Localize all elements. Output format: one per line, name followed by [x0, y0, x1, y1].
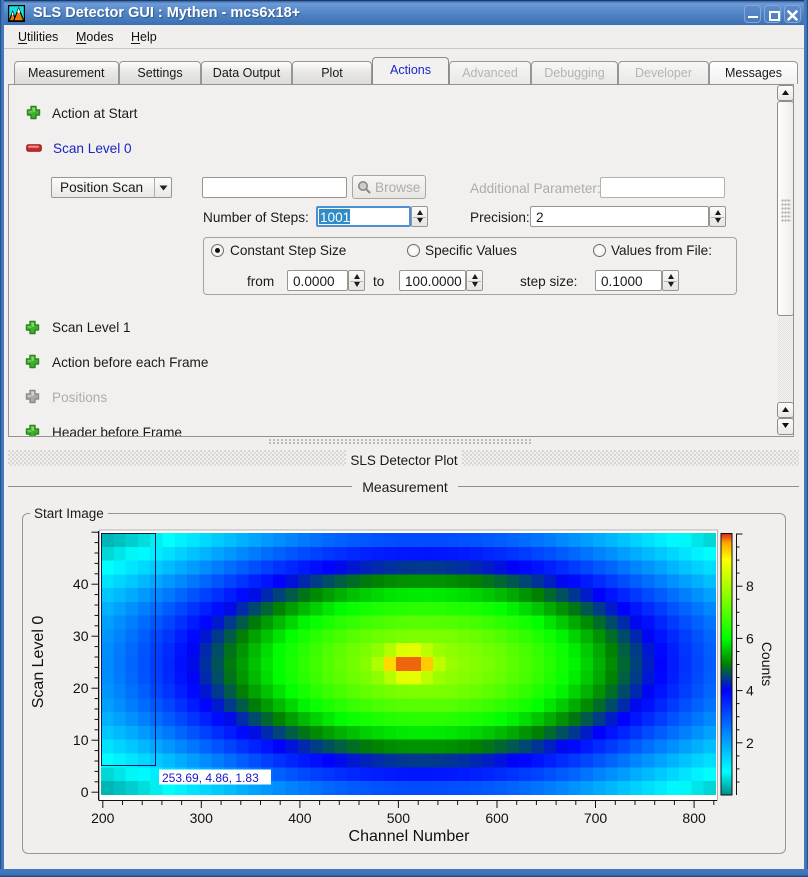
svg-text:200: 200: [91, 810, 115, 826]
svg-text:800: 800: [682, 810, 706, 826]
svg-text:40: 40: [73, 576, 89, 592]
svg-text:Channel Number: Channel Number: [349, 828, 471, 845]
svg-text:Counts: Counts: [759, 642, 775, 686]
svg-text:500: 500: [387, 810, 411, 826]
svg-text:30: 30: [73, 628, 89, 644]
svg-text:0: 0: [81, 784, 89, 800]
svg-text:4: 4: [746, 683, 754, 699]
svg-text:10: 10: [73, 732, 89, 748]
svg-text:700: 700: [584, 810, 608, 826]
svg-text:300: 300: [190, 810, 214, 826]
svg-text:20: 20: [73, 680, 89, 696]
svg-text:400: 400: [288, 810, 312, 826]
svg-text:600: 600: [485, 810, 509, 826]
svg-text:6: 6: [746, 630, 754, 646]
svg-text:8: 8: [746, 578, 754, 594]
svg-text:2: 2: [746, 735, 754, 751]
svg-text:253.69, 4.86, 1.83: 253.69, 4.86, 1.83: [162, 771, 259, 785]
svg-text:Scan Level 0: Scan Level 0: [30, 616, 47, 709]
